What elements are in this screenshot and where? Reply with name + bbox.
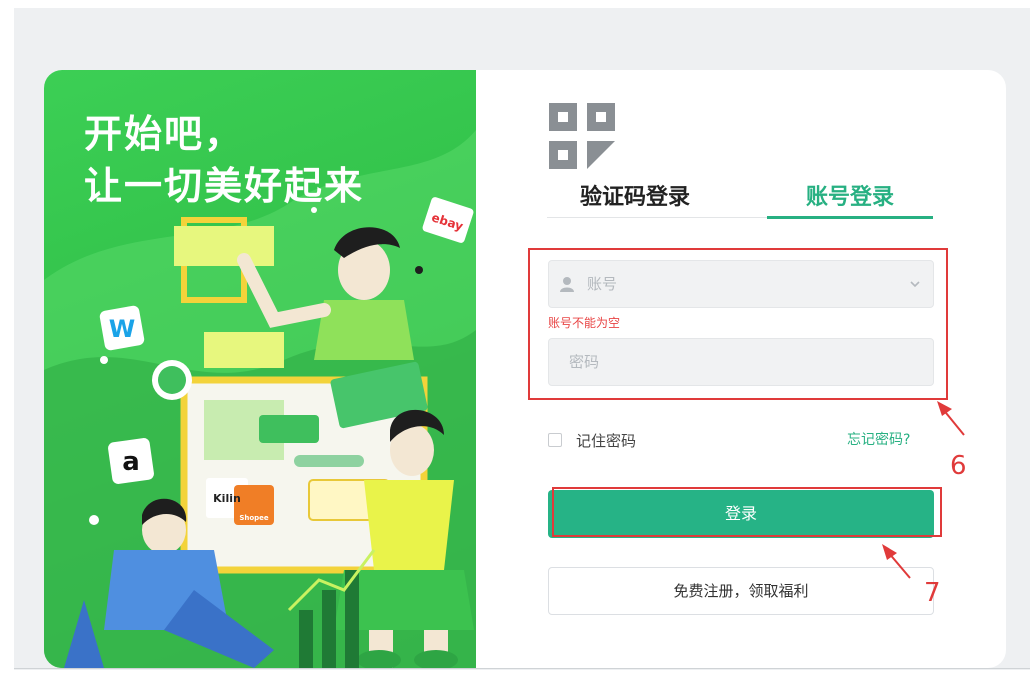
shopee-badge: Shopee xyxy=(239,514,269,522)
banner-title: 开始吧， 让一切美好起来 xyxy=(84,108,364,212)
qr-code-icon[interactable] xyxy=(549,103,615,169)
annotation-box-6 xyxy=(528,248,948,400)
annotation-label-7: 7 xyxy=(924,578,941,608)
divider xyxy=(14,668,1030,669)
remember-password-checkbox[interactable]: 记住密码 xyxy=(548,428,636,452)
tab-active-indicator xyxy=(767,216,933,219)
amazon-badge: a xyxy=(122,447,140,477)
tab-sms-login[interactable]: 验证码登录 xyxy=(547,180,723,216)
login-card: ebay W a Kilin Shopee 开始吧， 让一切美好起来 验证码登录… xyxy=(44,70,1006,668)
banner-title-line2: 让一切美好起来 xyxy=(84,164,365,208)
register-button[interactable]: 免费注册，领取福利 xyxy=(548,567,934,615)
remember-password-label: 记住密码 xyxy=(576,431,637,450)
promo-banner: ebay W a Kilin Shopee 开始吧， 让一切美好起来 xyxy=(44,70,476,668)
banner-title-line1: 开始吧， xyxy=(84,112,245,156)
checkbox[interactable] xyxy=(548,433,562,447)
annotation-label-6: 6 xyxy=(950,451,967,481)
tab-account-login[interactable]: 账号登录 xyxy=(767,180,933,216)
w-badge: W xyxy=(109,315,135,343)
annotation-box-7 xyxy=(552,487,942,537)
kilin-badge: Kilin xyxy=(213,492,241,505)
forgot-password-link[interactable]: 忘记密码? xyxy=(847,428,910,452)
